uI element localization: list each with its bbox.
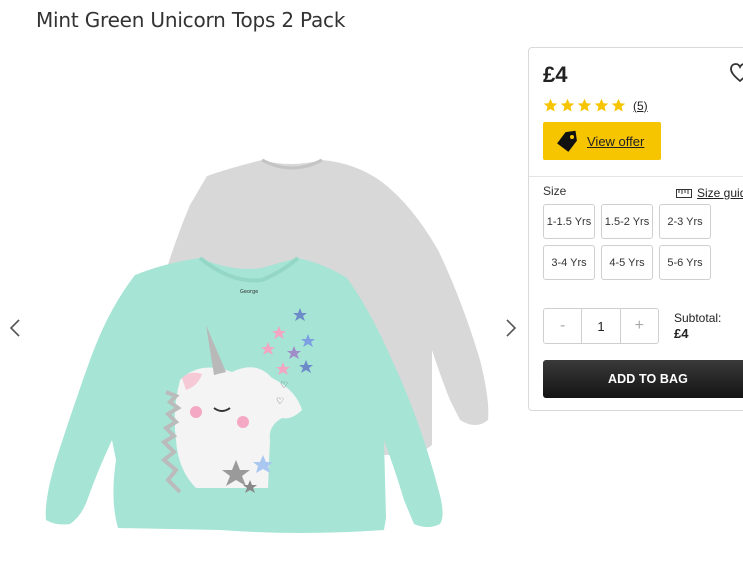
increase-quantity-button[interactable]: +: [621, 309, 658, 343]
chevron-right-icon: [506, 319, 517, 337]
add-to-bag-button[interactable]: ADD TO BAG: [543, 360, 743, 398]
chevron-left-icon: [9, 319, 20, 337]
size-option[interactable]: 5-6 Yrs: [659, 245, 711, 280]
view-offer-label: View offer: [587, 133, 645, 149]
size-guide-link[interactable]: Size guide: [676, 186, 743, 200]
size-guide-label: Size guide: [697, 186, 743, 200]
star-icon: [611, 98, 626, 112]
svg-text:♡: ♡: [276, 396, 284, 406]
star-icon: [543, 98, 558, 112]
next-image-button[interactable]: [500, 318, 520, 338]
star-icon: [594, 98, 609, 112]
svg-text:♡: ♡: [280, 380, 288, 390]
star-icon: [560, 98, 575, 112]
subtotal-label: Subtotal:: [674, 311, 722, 325]
size-option[interactable]: 1-1.5 Yrs: [543, 204, 595, 239]
size-option[interactable]: 4-5 Yrs: [601, 245, 653, 280]
price-tag-icon: [557, 130, 577, 152]
size-label: Size: [543, 184, 567, 198]
star-icon: [577, 98, 592, 112]
review-count-link[interactable]: (5): [633, 99, 648, 113]
view-offer-button[interactable]: View offer: [543, 122, 661, 160]
divider: [529, 176, 743, 177]
subtotal-value: £4: [674, 326, 689, 341]
decrease-quantity-button[interactable]: -: [544, 309, 581, 343]
product-image: George ♡ ♡: [45, 158, 489, 533]
previous-image-button[interactable]: [6, 318, 26, 338]
heart-outline-icon: [730, 63, 743, 83]
purchase-panel: £4 (5) View offer Size Size guide 1-1.5 …: [528, 47, 743, 411]
size-option[interactable]: 2-3 Yrs: [659, 204, 711, 239]
brand-label: George: [240, 289, 258, 295]
size-option[interactable]: 1.5-2 Yrs: [601, 204, 653, 239]
product-title: Mint Green Unicorn Tops 2 Pack: [36, 8, 346, 32]
ruler-icon: [676, 188, 692, 198]
quantity-stepper: - 1 +: [543, 308, 659, 344]
product-price: £4: [543, 62, 568, 87]
product-image-gallery: George ♡ ♡: [0, 40, 528, 588]
quantity-input[interactable]: 1: [581, 309, 621, 343]
subtotal: Subtotal: £4: [674, 310, 721, 342]
wishlist-button[interactable]: [729, 62, 743, 89]
rating-stars: (5): [543, 98, 648, 113]
size-option[interactable]: 3-4 Yrs: [543, 245, 595, 280]
